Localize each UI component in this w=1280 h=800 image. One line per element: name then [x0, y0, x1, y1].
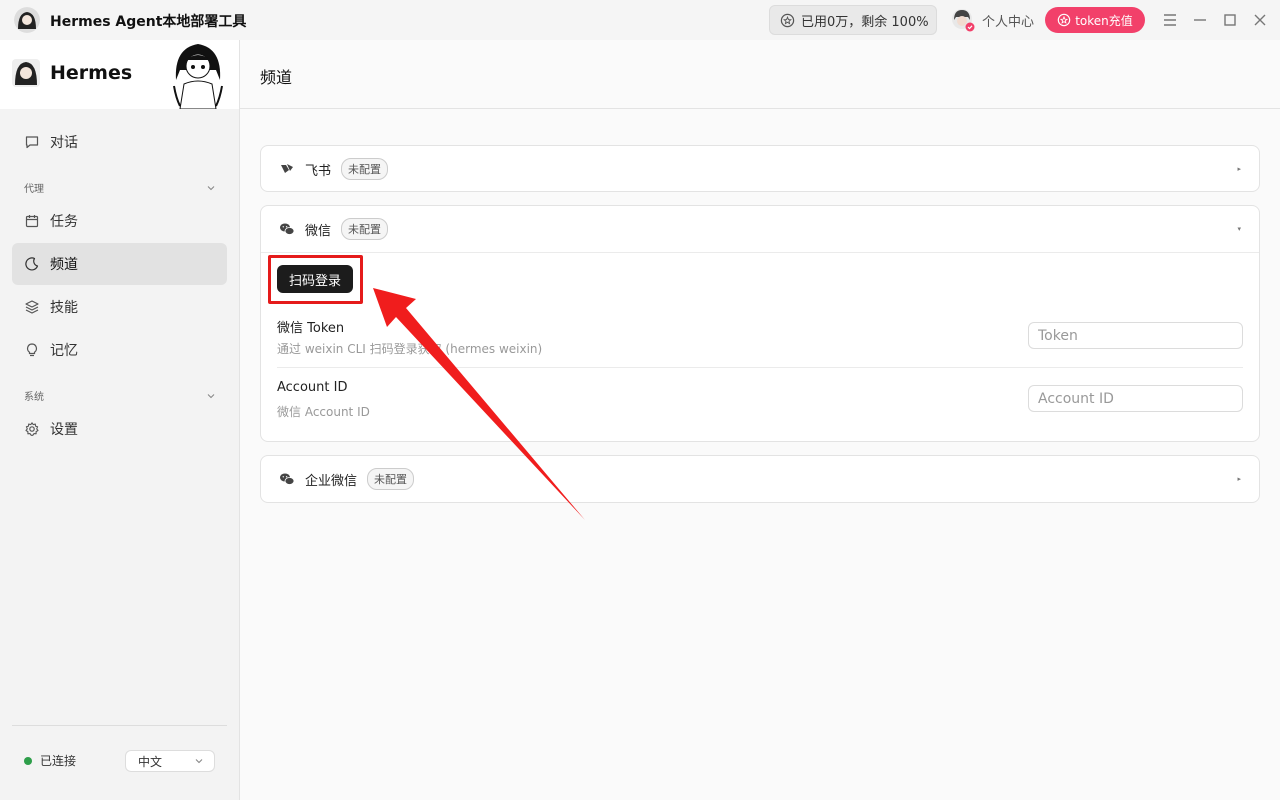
status-badge: 未配置 — [341, 218, 389, 240]
menu-icon[interactable] — [1160, 10, 1180, 30]
app-logo-icon — [14, 7, 40, 33]
layers-icon — [25, 300, 39, 314]
section-system[interactable]: 系统 — [24, 388, 216, 403]
wecom-icon — [280, 473, 295, 485]
user-avatar[interactable] — [951, 8, 975, 32]
wechat-token-hint: 通过 weixin CLI 扫码登录获取 (hermes weixin) — [277, 342, 543, 356]
account-id-hint: 微信 Account ID — [277, 405, 370, 419]
brand-logo-icon — [12, 59, 40, 87]
app-title: Hermes Agent本地部署工具 — [50, 14, 247, 30]
status-badge: 未配置 — [367, 468, 415, 490]
coin-icon — [1057, 13, 1071, 27]
mascot-illustration — [168, 40, 228, 110]
sidebar-item-tasks[interactable]: 任务 — [12, 200, 227, 242]
usage-indicator[interactable]: 已用0万，剩余 100% — [769, 5, 937, 35]
chevron-down-icon — [207, 393, 215, 398]
title-bar: Hermes Agent本地部署工具 已用0万，剩余 100% 个人中心 tok… — [0, 0, 1280, 40]
sidebar-divider — [12, 725, 227, 726]
card-name: 企业微信 — [305, 473, 358, 489]
section-label: 代理 — [24, 184, 44, 195]
language-select[interactable]: 中文 — [125, 750, 215, 772]
card-header-feishu[interactable]: 飞书 未配置 ▸ — [261, 146, 1259, 192]
status-text: 已连接 — [40, 754, 77, 768]
wechat-icon — [280, 223, 295, 235]
usage-text: 已用0万，剩余 100% — [801, 14, 929, 30]
chat-bubble-icon — [25, 136, 39, 149]
field-divider — [277, 367, 1243, 368]
card-name: 微信 — [305, 223, 332, 239]
close-icon[interactable] — [1250, 10, 1270, 30]
status-badge: 未配置 — [341, 158, 389, 180]
chevron-down-icon — [207, 185, 215, 190]
feishu-icon — [281, 164, 293, 173]
caret-right-icon: ▸ — [1237, 475, 1241, 483]
sidebar: Hermes 对话 代理 任务 频道 技能 记忆 系统 设置 已连接 中文 — [0, 40, 240, 800]
sidebar-item-label: 任务 — [50, 214, 78, 230]
sidebar-item-skills[interactable]: 技能 — [12, 286, 227, 328]
caret-right-icon: ▸ — [1237, 165, 1241, 173]
main-header: 频道 — [240, 40, 1280, 109]
maximize-icon[interactable] — [1220, 10, 1240, 30]
sidebar-item-label: 设置 — [50, 422, 78, 438]
scan-login-button[interactable]: 扫码登录 — [277, 265, 353, 293]
card-header-wecom[interactable]: 企业微信 未配置 ▸ — [261, 456, 1259, 502]
sidebar-item-memory[interactable]: 记忆 — [12, 329, 227, 371]
connection-status: 已连接 — [24, 752, 76, 769]
wechat-token-input[interactable] — [1028, 322, 1243, 349]
sidebar-item-label: 频道 — [50, 257, 78, 273]
card-name: 飞书 — [305, 163, 332, 179]
language-value: 中文 — [138, 754, 163, 769]
channel-card-wecom: 企业微信 未配置 ▸ — [260, 455, 1260, 503]
token-recharge-button[interactable]: token充值 — [1045, 7, 1145, 33]
brand-header: Hermes — [0, 40, 239, 110]
chevron-down-icon — [195, 759, 203, 764]
sidebar-item-settings[interactable]: 设置 — [12, 408, 227, 450]
page-title: 频道 — [260, 68, 293, 87]
card-divider — [261, 252, 1259, 253]
channel-card-feishu: 飞书 未配置 ▸ — [260, 145, 1260, 192]
minimize-icon[interactable] — [1190, 10, 1210, 30]
card-header-wechat[interactable]: 微信 未配置 ▾ — [261, 206, 1259, 252]
calendar-icon — [25, 215, 39, 228]
wechat-token-label: 微信 Token — [277, 321, 345, 336]
moon-icon — [25, 257, 39, 271]
sidebar-item-label: 记忆 — [50, 343, 78, 359]
sidebar-item-chat[interactable]: 对话 — [12, 121, 227, 163]
sidebar-item-label: 对话 — [50, 135, 78, 151]
lightbulb-icon — [26, 343, 38, 357]
section-agent[interactable]: 代理 — [24, 180, 216, 195]
user-center-link[interactable]: 个人中心 — [982, 11, 1034, 30]
sidebar-item-channels[interactable]: 频道 — [12, 243, 227, 285]
account-id-input[interactable] — [1028, 385, 1243, 412]
sidebar-item-label: 技能 — [50, 300, 78, 316]
brand-name: Hermes — [50, 62, 133, 84]
caret-down-icon: ▾ — [1237, 225, 1241, 233]
badge-icon — [780, 13, 795, 27]
status-dot-icon — [24, 756, 32, 765]
account-id-label: Account ID — [277, 380, 348, 395]
recharge-label: token充值 — [1075, 13, 1133, 28]
section-label: 系统 — [24, 392, 44, 403]
gear-icon — [25, 422, 39, 436]
channel-card-wechat: 微信 未配置 ▾ 扫码登录 微信 Token 通过 weixin CLI 扫码登… — [260, 205, 1260, 442]
